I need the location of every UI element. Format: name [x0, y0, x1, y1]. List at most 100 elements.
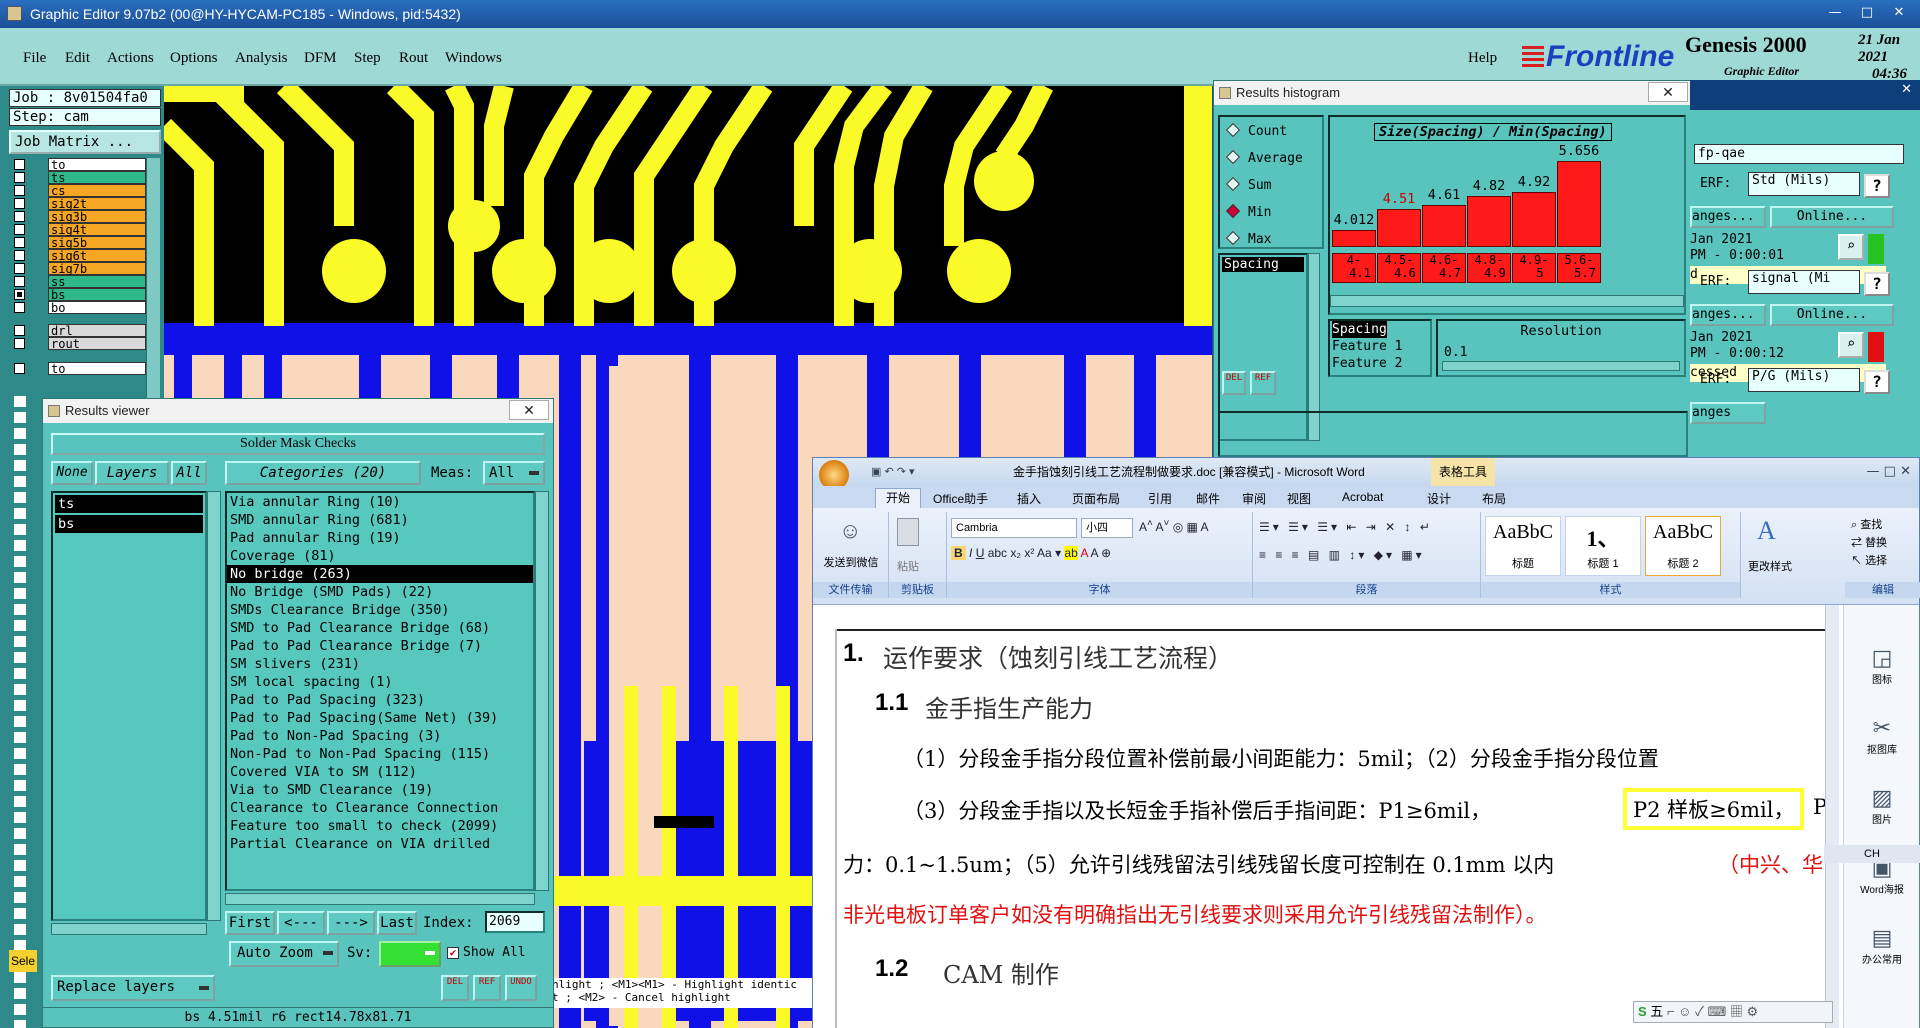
close-button[interactable]: ✕: [1888, 4, 1910, 22]
menu-dfm[interactable]: DFM: [304, 50, 337, 67]
wechat-icon[interactable]: ☺: [839, 518, 861, 544]
histogram-bar[interactable]: [1467, 196, 1511, 247]
option-count[interactable]: Count: [1225, 122, 1287, 139]
select-button[interactable]: ↖ 选择: [1851, 552, 1887, 568]
field-feature-1[interactable]: Feature 1: [1332, 338, 1430, 355]
next-button[interactable]: --->: [327, 911, 375, 935]
document-vscrollbar[interactable]: [1825, 605, 1839, 1028]
show-all-checkbox[interactable]: ✔: [447, 947, 459, 959]
menu-help[interactable]: Help: [1468, 50, 1497, 67]
results-viewer-title-bar[interactable]: Results viewer ✕: [43, 399, 553, 423]
ribbon-tab[interactable]: 引用: [1148, 490, 1172, 507]
list-buttons[interactable]: ☰▾ ☰▾ ☰▾ ⇤ ⇥ ✕ ↕ ↵: [1259, 520, 1433, 534]
online-button[interactable]: Online...: [1770, 304, 1894, 326]
category-item[interactable]: Partial Clearance on VIA drilled: [227, 835, 533, 853]
layer-name[interactable]: to: [48, 158, 146, 172]
last-button[interactable]: Last: [377, 911, 417, 935]
ime-toolbar[interactable]: S 五 ⌐ ☺ ✓ ⌨ ▦ ⚙: [1633, 1001, 1833, 1023]
ribbon-tab[interactable]: Office助手: [933, 490, 988, 507]
layer-name[interactable]: sig7b: [48, 262, 146, 276]
histogram-bar[interactable]: [1512, 192, 1556, 247]
category-hscrollbar[interactable]: [225, 893, 535, 905]
ref-button[interactable]: REF: [473, 975, 501, 1001]
ranges-button[interactable]: anges...: [1690, 206, 1766, 228]
layer-name[interactable]: bs: [48, 288, 146, 302]
ribbon-tab[interactable]: 开始: [875, 488, 922, 508]
layer-checkbox[interactable]: [14, 224, 25, 235]
category-item[interactable]: Pad annular Ring (19): [227, 529, 533, 547]
category-item[interactable]: Pad to Pad Spacing (323): [227, 691, 533, 709]
ribbon-tab[interactable]: 插入: [1017, 490, 1041, 507]
layer-name[interactable]: ts: [48, 171, 146, 185]
histogram-title-bar[interactable]: Results histogram ✕: [1214, 81, 1692, 105]
send-wechat-button[interactable]: 发送到微信: [813, 554, 889, 570]
erf-field[interactable]: P/G (Mils): [1748, 368, 1860, 392]
undo-button[interactable]: UNDO: [505, 975, 537, 1001]
panel-close-icon[interactable]: ✕: [1901, 82, 1912, 97]
category-list-scrollbar[interactable]: [535, 491, 549, 891]
word-title-bar[interactable]: ▣ ↶ ↷ ▾ 金手指蚀刻引线工艺流程制做要求.doc [兼容模式] - Mic…: [813, 458, 1919, 490]
category-item[interactable]: Via to SMD Clearance (19): [227, 781, 533, 799]
document-area[interactable]: 1. 运作要求（蚀刻引线工艺流程） 1.1 金手指生产能力 （1）分段金手指分段…: [813, 605, 1845, 1028]
maximize-button[interactable]: □: [1856, 4, 1878, 22]
font-size-buttons[interactable]: A˄ A˅ ◎ ▦ A: [1139, 518, 1209, 534]
quick-access-icons[interactable]: ▣ ↶ ↷ ▾: [871, 458, 915, 486]
first-button[interactable]: First: [225, 911, 275, 935]
menu-file[interactable]: File: [23, 50, 46, 67]
layer-checkbox[interactable]: [14, 363, 25, 374]
ribbon-tab[interactable]: 邮件: [1196, 490, 1220, 507]
paste-button[interactable]: 粘贴: [897, 558, 919, 574]
results-viewer-close-button[interactable]: ✕: [509, 400, 549, 420]
ranges-button[interactable]: anges...: [1690, 304, 1766, 326]
layer-checkbox[interactable]: [14, 172, 25, 183]
layers-button[interactable]: Layers: [95, 461, 169, 485]
ribbon-tab[interactable]: 审阅: [1242, 490, 1266, 507]
option-sum[interactable]: Sum: [1225, 176, 1271, 193]
style-item[interactable]: 1、 标题 1: [1565, 516, 1641, 576]
side-panel-item[interactable]: ◲ 图标: [1844, 645, 1920, 686]
side-panel-item[interactable]: ✂ 抠图库: [1844, 715, 1920, 756]
align-buttons[interactable]: ≡ ≡ ≡ ▤ ▥ ↕▾ ◆▾ ▦▾: [1259, 548, 1425, 562]
histogram-bar[interactable]: [1557, 161, 1601, 247]
histogram-close-button[interactable]: ✕: [1648, 82, 1688, 102]
word-window-controls[interactable]: — □ ✕: [1867, 458, 1911, 486]
field-feature-2[interactable]: Feature 2: [1332, 355, 1430, 372]
erf-field[interactable]: signal (Mi: [1748, 270, 1860, 294]
replace-button[interactable]: ⇄ 替换: [1851, 534, 1887, 550]
layer-result-item[interactable]: ts: [55, 495, 203, 513]
histogram-bar[interactable]: [1422, 205, 1466, 247]
histogram-ref-button[interactable]: REF: [1250, 371, 1276, 395]
layer-list-scrollbar[interactable]: [207, 491, 221, 921]
layer-checkbox-column[interactable]: [14, 396, 26, 1028]
category-item[interactable]: Pad to Pad Spacing(Same Net) (39): [227, 709, 533, 727]
layer-name[interactable]: sig2t: [48, 197, 146, 211]
ranges-button[interactable]: anges: [1690, 402, 1766, 424]
ribbon-tab[interactable]: 页面布局: [1072, 490, 1120, 507]
field-list-item[interactable]: Spacing: [1222, 257, 1304, 272]
replace-layers-dropdown[interactable]: Replace layers: [51, 975, 215, 1001]
category-item[interactable]: Coverage (81): [227, 547, 533, 565]
help-icon[interactable]: ?: [1864, 370, 1890, 394]
help-icon[interactable]: ?: [1864, 174, 1890, 198]
layer-hscrollbar[interactable]: [51, 923, 207, 935]
erf-field[interactable]: Std (Mils): [1748, 172, 1860, 196]
category-item[interactable]: Via annular Ring (10): [227, 493, 533, 511]
layer-checkbox[interactable]: [14, 237, 25, 248]
job-matrix-button[interactable]: Job Matrix ...: [9, 130, 161, 154]
ribbon-tab[interactable]: 视图: [1287, 490, 1311, 507]
layer-checkbox[interactable]: [14, 159, 25, 170]
paste-icon[interactable]: [897, 518, 919, 546]
categories-header[interactable]: Categories (20): [225, 461, 421, 485]
layer-checkbox[interactable]: [14, 198, 25, 209]
style-item[interactable]: AaBbC 标题 2: [1645, 516, 1721, 576]
layer-result-item[interactable]: bs: [55, 515, 203, 533]
menu-actions[interactable]: Actions: [107, 50, 154, 67]
auto-zoom-dropdown[interactable]: Auto Zoom: [229, 941, 339, 967]
meas-dropdown[interactable]: All: [483, 461, 545, 485]
menu-edit[interactable]: Edit: [65, 50, 90, 67]
resolution-slider[interactable]: [1442, 361, 1680, 371]
layer-checkbox[interactable]: [14, 289, 25, 300]
style-item[interactable]: AaBbC 标题: [1485, 516, 1561, 576]
zoom-icon[interactable]: ⌕: [1838, 332, 1864, 358]
menu-options[interactable]: Options: [170, 50, 218, 67]
